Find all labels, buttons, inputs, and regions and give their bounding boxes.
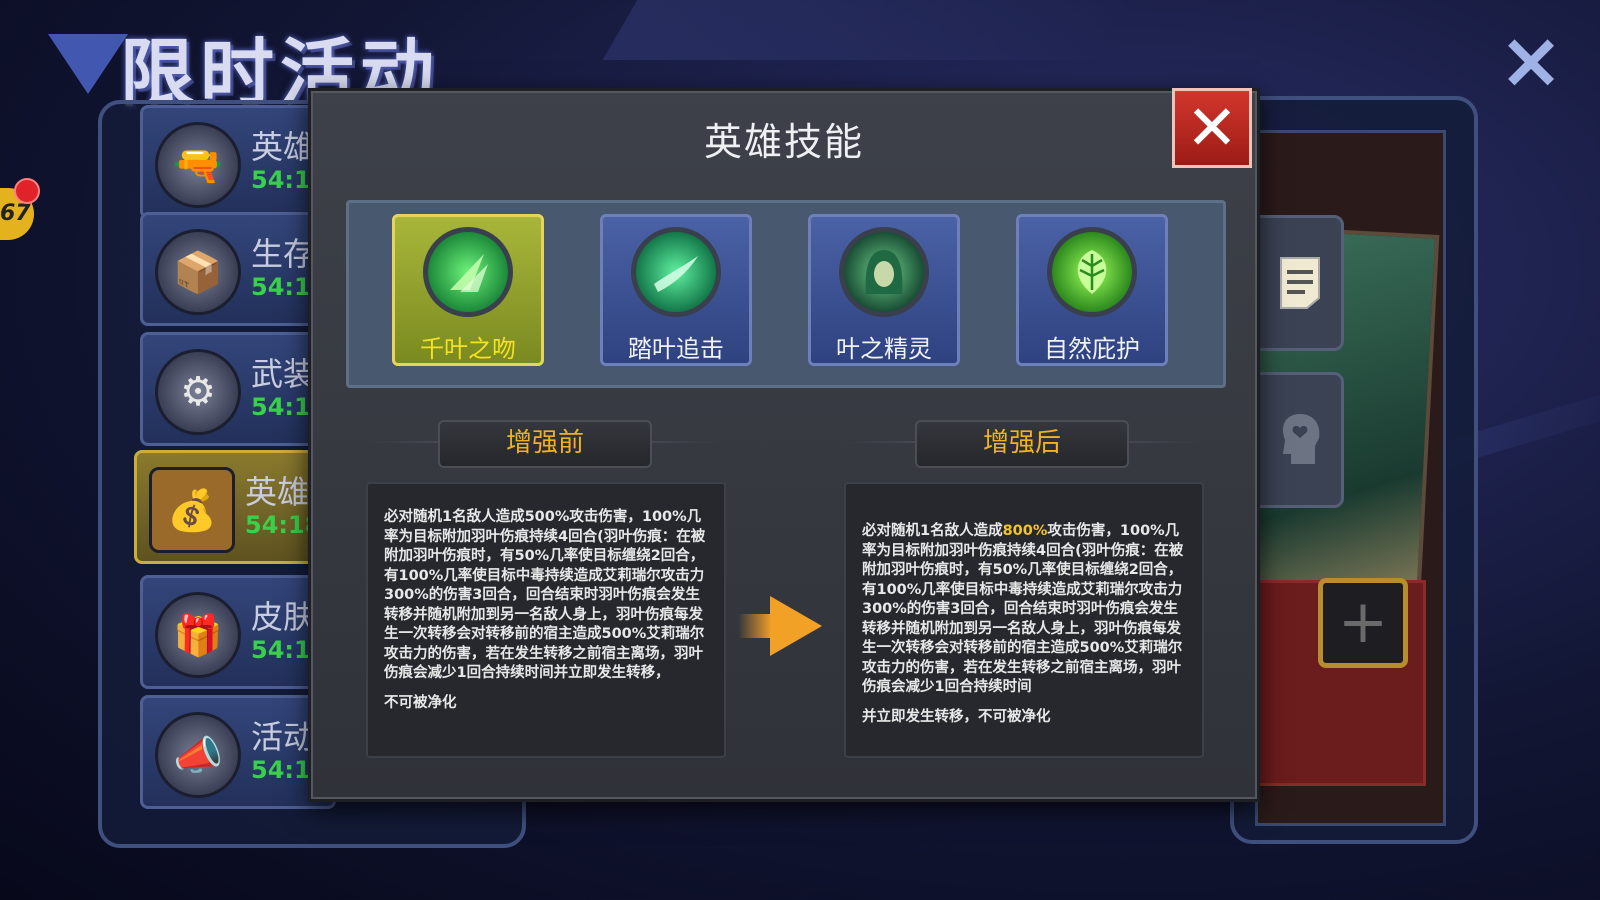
treasure-chest-icon: 💰	[149, 467, 235, 553]
gift-chest-icon: 🎁	[155, 592, 241, 678]
document-icon	[1280, 257, 1320, 309]
before-heading: 增强前	[438, 420, 652, 468]
revolver-icon: 🔫	[155, 122, 241, 208]
after-text-highlight: 800%	[1002, 523, 1048, 539]
hooded-spirit-icon	[839, 227, 929, 317]
green-slash-icon	[631, 227, 721, 317]
skill-name: 自然庇护	[1044, 335, 1140, 363]
skill-tab-2[interactable]: 踏叶追击	[600, 214, 752, 366]
megaphone-icon: 📣	[155, 712, 241, 798]
skill-name: 叶之精灵	[836, 335, 932, 363]
skill-tab-1[interactable]: 千叶之吻	[392, 214, 544, 366]
right-arrow-icon	[770, 596, 822, 656]
leaf-shield-icon	[1047, 227, 1137, 317]
event-label: 英雄	[245, 473, 310, 511]
event-list-item[interactable]: ⚙ 武装 54:18	[140, 332, 336, 446]
before-text: 必对随机1名敌人造成500%攻击伤害，100%几率为目标附加羽叶伤痕持续4回合(…	[384, 509, 706, 681]
skill-name: 千叶之吻	[420, 335, 516, 363]
event-label: 活动	[251, 718, 316, 756]
title-triangle-decor	[48, 34, 128, 94]
arrow-tail	[738, 614, 772, 638]
add-slot-button[interactable]: +	[1318, 578, 1408, 668]
before-description: 必对随机1名敌人造成500%攻击伤害，100%几率为目标附加羽叶伤痕持续4回合(…	[366, 482, 726, 758]
after-text-pre: 必对随机1名敌人造成	[862, 523, 1003, 539]
drone-icon: ⚙	[155, 349, 241, 435]
before-tail: 不可被净化	[384, 694, 457, 711]
head-heart-icon	[1282, 414, 1320, 464]
event-list-item[interactable]: 🎁 皮肤 54:18	[140, 575, 336, 689]
after-text-post: 攻击伤害，100%几率为目标附加羽叶伤痕持续4回合(羽叶伤痕：在被附加羽叶伤痕时…	[862, 523, 1184, 695]
notes-tab[interactable]	[1256, 215, 1344, 351]
dialog-close-button[interactable]: ✕	[1172, 88, 1252, 168]
leaf-blades-icon	[423, 227, 513, 317]
skill-tab-3[interactable]: 叶之精灵	[808, 214, 960, 366]
favor-tab[interactable]	[1256, 372, 1344, 508]
event-list-item-active[interactable]: 💰 英雄 54:18	[134, 450, 330, 564]
skill-tab-4[interactable]: 自然庇护	[1016, 214, 1168, 366]
crate-icon: 📦	[155, 229, 241, 315]
after-tail: 并立即发生转移，不可被净化	[862, 708, 1051, 725]
event-label: 英雄	[251, 128, 316, 166]
page-close-icon[interactable]: ×	[1496, 22, 1566, 100]
after-description: 必对随机1名敌人造成800%攻击伤害，100%几率为目标附加羽叶伤痕持续4回合(…	[844, 482, 1204, 758]
event-label: 生存	[251, 235, 316, 273]
event-list-item[interactable]: 📣 活动 54:18	[140, 695, 336, 809]
badge-count: 67	[0, 201, 31, 226]
bg-light-stripe	[602, 0, 1138, 60]
event-label: 武装	[251, 355, 316, 393]
skill-name: 踏叶追击	[628, 335, 724, 363]
after-heading: 增强后	[915, 420, 1129, 468]
dialog-title: 英雄技能	[703, 120, 864, 164]
event-label: 皮肤	[251, 598, 316, 636]
notification-dot	[14, 178, 40, 204]
event-list-item[interactable]: 🔫 英雄 54:18	[140, 105, 336, 219]
event-list-item[interactable]: 📦 生存 54:18	[140, 212, 336, 326]
